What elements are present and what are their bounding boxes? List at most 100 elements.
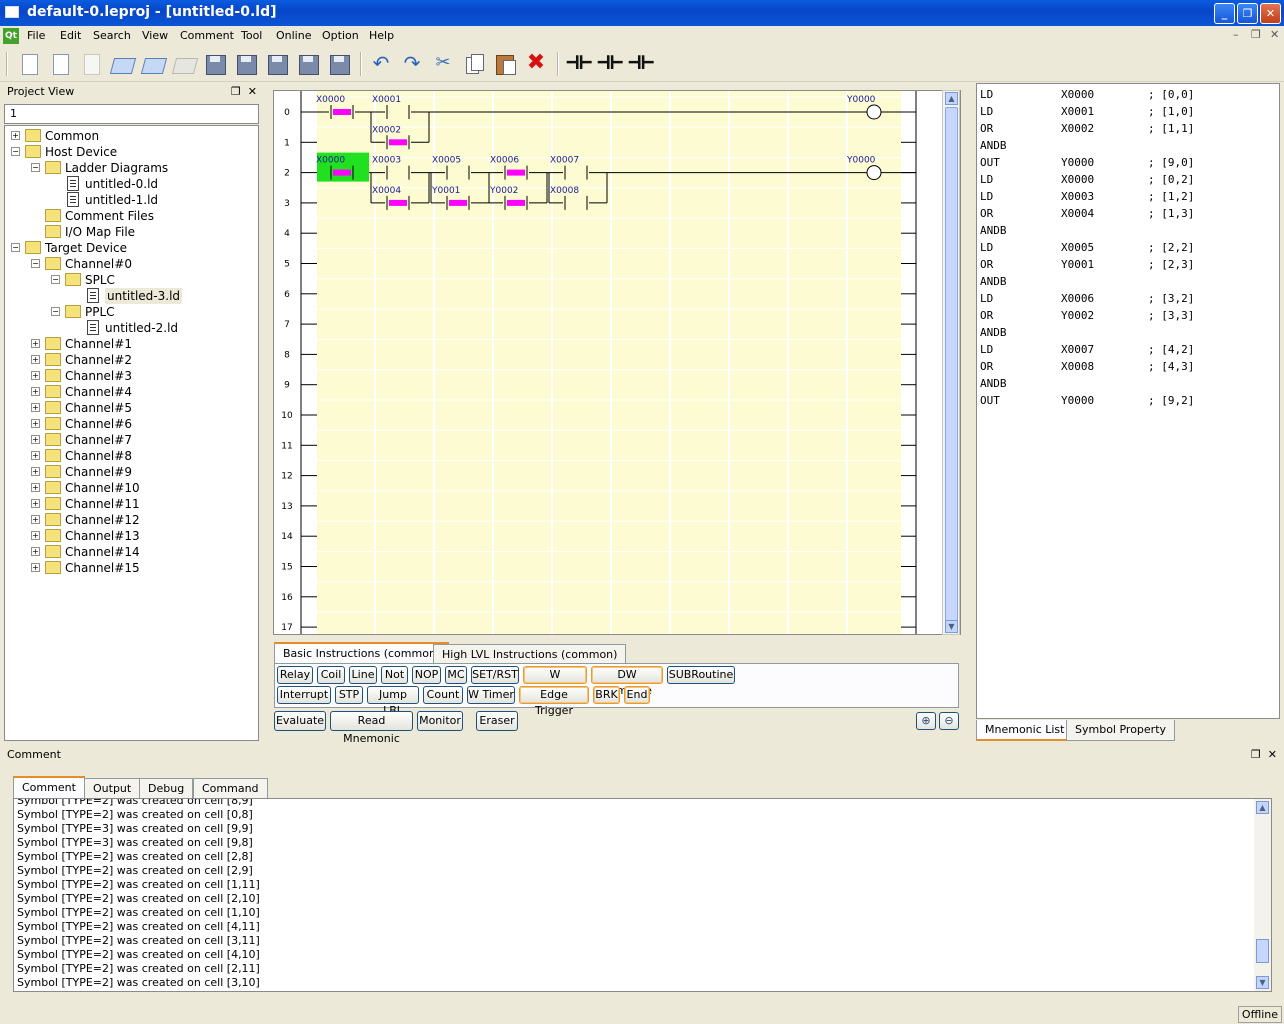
collapse-icon[interactable]: −: [51, 307, 60, 316]
tab-debug[interactable]: Debug: [139, 778, 194, 799]
close-panel-icon[interactable]: ✕: [1268, 748, 1277, 761]
ladder-svg[interactable]: 01234567891011121314151617X0000 X0001X000…: [274, 91, 942, 635]
undo-icon[interactable]: ↶: [369, 52, 393, 76]
collapse-icon[interactable]: −: [11, 243, 20, 252]
tree-item-channel-15[interactable]: + Channel#15: [31, 560, 256, 576]
tab-command[interactable]: Command: [193, 778, 268, 799]
instr-w-compare-button[interactable]: W Compare: [523, 666, 587, 697]
tree-item-target-device[interactable]: − Target Device: [11, 240, 256, 256]
expand-icon[interactable]: +: [31, 403, 40, 412]
minimize-button[interactable]: _: [1214, 3, 1235, 24]
copy-icon[interactable]: [462, 52, 486, 76]
comment-log[interactable]: ▲ ▼ Symbol [TYPE=2] was created on cell …: [13, 798, 1272, 992]
new-ladder-icon[interactable]: [48, 52, 72, 76]
instr-w-timer-button[interactable]: W Timer: [467, 686, 515, 704]
tree-item-channel-10[interactable]: + Channel#10: [31, 480, 256, 496]
expand-icon[interactable]: +: [31, 499, 40, 508]
menu-file[interactable]: File: [27, 29, 45, 42]
menu-tool[interactable]: Tool: [241, 29, 262, 42]
cut-icon[interactable]: ✂: [431, 52, 455, 76]
expand-icon[interactable]: +: [31, 435, 40, 444]
mnemonic-list[interactable]: LD X0000 ; [0,0] LD X0001 ; [1,0] OR X0002 ; [1,…: [976, 83, 1280, 719]
tab-output[interactable]: Output: [84, 778, 141, 799]
menu-comment[interactable]: Comment: [180, 29, 234, 42]
instr-end-button[interactable]: End: [624, 686, 650, 704]
paste-icon[interactable]: [493, 52, 517, 76]
expand-icon[interactable]: +: [31, 371, 40, 380]
tree-item-channel-13[interactable]: + Channel#13: [31, 528, 256, 544]
tree-item-host-device[interactable]: − Host Device: [11, 144, 256, 160]
scroll-down-icon[interactable]: ▼: [1256, 976, 1269, 989]
collapse-icon[interactable]: −: [11, 147, 20, 156]
tree-item-channel-5[interactable]: + Channel#5: [31, 400, 256, 416]
zoom-in-icon[interactable]: ⊕: [916, 712, 936, 730]
instr-set-rst-button[interactable]: SET/RST: [471, 666, 519, 684]
project-tree[interactable]: + Common − Host Device − Ladder Diagrams untit…: [4, 125, 259, 741]
instr-dw-compare-button[interactable]: DW Compare: [591, 666, 663, 697]
read-mnemonic-button[interactable]: Read Mnemonic: [330, 711, 413, 745]
mdi-close-button[interactable]: ✕: [1270, 28, 1279, 41]
expand-icon[interactable]: +: [31, 483, 40, 492]
instr-coil-button[interactable]: Coil: [317, 666, 345, 684]
tree-item-i-o-map-file[interactable]: I/O Map File: [31, 224, 256, 240]
expand-icon[interactable]: +: [31, 355, 40, 364]
save-icon[interactable]: [203, 52, 227, 76]
tree-item-channel-12[interactable]: + Channel#12: [31, 512, 256, 528]
instr-jump-lbl-button[interactable]: Jump LBL: [367, 686, 419, 717]
menu-online[interactable]: Online: [276, 29, 311, 42]
tree-item-ladder-diagrams[interactable]: − Ladder Diagrams: [31, 160, 256, 176]
tree-item-channel-3[interactable]: + Channel#3: [31, 368, 256, 384]
tree-item-channel-1[interactable]: + Channel#1: [31, 336, 256, 352]
tree-item-untitled-2-ld[interactable]: untitled-2.ld: [71, 320, 256, 336]
expand-icon[interactable]: +: [31, 531, 40, 540]
menu-edit[interactable]: Edit: [60, 29, 81, 42]
eraser-button[interactable]: Eraser: [476, 711, 518, 731]
save-all-icon[interactable]: [265, 52, 289, 76]
tree-item-channel-8[interactable]: + Channel#8: [31, 448, 256, 464]
tab-basic-instructions[interactable]: Basic Instructions (common): [274, 642, 450, 664]
open-disabled-icon[interactable]: [172, 52, 196, 76]
instr-count-button[interactable]: Count: [423, 686, 463, 704]
instr-not-button[interactable]: Not: [381, 666, 408, 684]
menu-search[interactable]: Search: [93, 29, 131, 42]
ladder-diagram-canvas[interactable]: 0 1 2 3 4 5 6 7 8 9 10 11 12 13 14 15 16 17 X0000 X0001 X000…: [273, 90, 961, 635]
collapse-icon[interactable]: −: [51, 275, 60, 284]
tree-item-pplc[interactable]: − PPLC: [51, 304, 256, 320]
instr-relay-button[interactable]: Relay: [277, 666, 313, 684]
instr-stp-button[interactable]: STP: [335, 686, 363, 704]
tab-comment[interactable]: Comment: [13, 776, 85, 799]
insert-nc-contact-icon[interactable]: ⊣⊢: [597, 52, 624, 76]
ladder-vertical-scrollbar[interactable]: ▲ ▼: [942, 90, 960, 635]
output-coil[interactable]: [866, 165, 882, 181]
project-address-field[interactable]: 1: [4, 104, 259, 124]
tree-item-untitled-0-ld[interactable]: untitled-0.ld: [51, 176, 256, 192]
collapse-icon[interactable]: −: [31, 259, 40, 268]
instr-edge-trigger-button[interactable]: Edge Trigger: [519, 686, 589, 717]
expand-icon[interactable]: +: [31, 451, 40, 460]
delete-icon[interactable]: ✖: [524, 52, 548, 76]
maximize-button[interactable]: ❐: [1237, 3, 1258, 24]
new-file-disabled-icon[interactable]: [79, 52, 103, 76]
tree-item-channel-9[interactable]: + Channel#9: [31, 464, 256, 480]
tree-item-channel-2[interactable]: + Channel#2: [31, 352, 256, 368]
float-icon[interactable]: ❐: [231, 85, 241, 98]
collapse-icon[interactable]: −: [31, 163, 40, 172]
mdi-restore-button[interactable]: ❐: [1251, 28, 1261, 41]
instr-mc-button[interactable]: MC: [445, 666, 467, 684]
comment-log-scrollbar[interactable]: ▲ ▼: [1254, 799, 1271, 991]
expand-icon[interactable]: +: [31, 419, 40, 428]
scroll-thumb[interactable]: [945, 107, 958, 632]
tree-item-channel-14[interactable]: + Channel#14: [31, 544, 256, 560]
expand-icon[interactable]: +: [31, 467, 40, 476]
tree-item-channel-11[interactable]: + Channel#11: [31, 496, 256, 512]
monitor-button[interactable]: Monitor: [417, 711, 463, 731]
new-document-icon[interactable]: [17, 52, 41, 76]
instr-subroutine-button[interactable]: SUBRoutine: [667, 666, 735, 684]
expand-icon[interactable]: +: [31, 563, 40, 572]
instr-interrupt-button[interactable]: Interrupt: [277, 686, 331, 704]
tree-item-channel-7[interactable]: + Channel#7: [31, 432, 256, 448]
insert-contact-icon[interactable]: ⊣⊢: [566, 52, 593, 76]
scroll-thumb[interactable]: [1256, 939, 1269, 963]
instr-nop-button[interactable]: NOP: [412, 666, 441, 684]
redo-icon[interactable]: ↷: [400, 52, 424, 76]
